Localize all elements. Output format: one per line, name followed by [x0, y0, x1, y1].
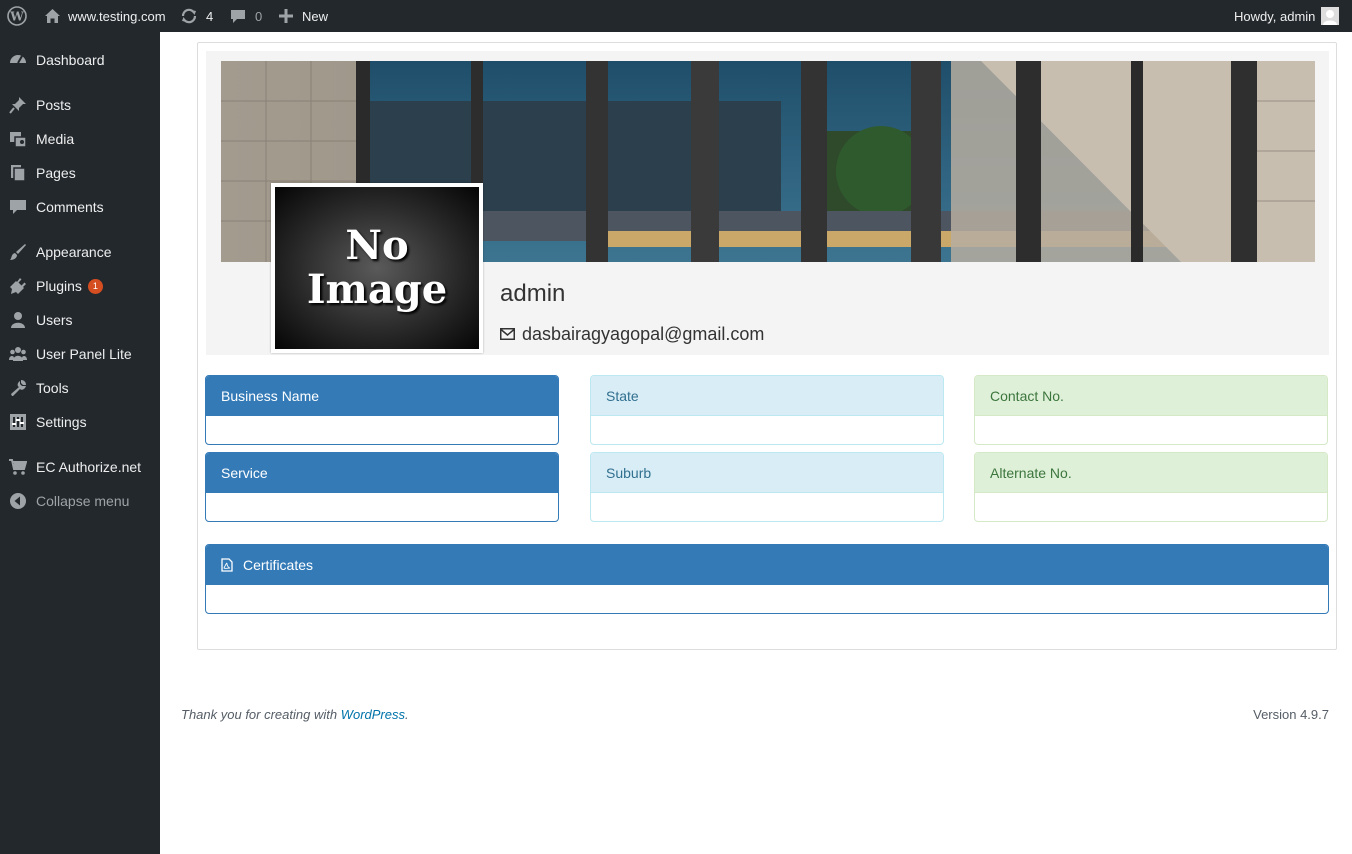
footer-thanks-prefix: Thank you for creating with	[181, 707, 341, 722]
state-heading: State	[591, 376, 943, 416]
footer-thanks-suffix: .	[405, 707, 409, 722]
pin-icon	[9, 96, 27, 114]
sidebar-item-media[interactable]: Media	[0, 122, 160, 156]
certificates-label: Certificates	[243, 556, 314, 573]
profile-email-text: dasbairagyagopal@gmail.com	[522, 324, 765, 344]
svg-text:W: W	[9, 10, 24, 24]
comments-count: 0	[255, 8, 263, 24]
home-icon	[44, 8, 61, 24]
plugins-update-badge: 1	[87, 279, 103, 294]
contact-no-panel: Contact No.	[974, 375, 1328, 445]
contact-no-heading: Contact No.	[975, 376, 1327, 416]
dashboard-icon	[9, 51, 27, 69]
admin-sidebar: Dashboard Posts Media Pages Comments App…	[0, 32, 160, 854]
sidebar-item-label: EC Authorize.net	[36, 459, 142, 475]
sidebar-item-comments[interactable]: Comments	[0, 190, 160, 224]
sidebar-item-label: Pages	[36, 165, 76, 181]
certificates-heading: Certificates	[206, 545, 1328, 585]
state-panel: State	[590, 375, 944, 445]
alternate-no-panel: Alternate No.	[974, 452, 1328, 522]
sidebar-item-label: User Panel Lite	[36, 346, 132, 362]
comments-link[interactable]: 0	[230, 0, 262, 32]
wordpress-logo-icon[interactable]: W	[7, 0, 27, 32]
sidebar-item-label: Plugins	[36, 278, 82, 294]
service-panel: Service	[205, 452, 559, 522]
footer-version: Version 4.9.7	[1253, 707, 1329, 722]
profile-email: dasbairagyagopal@gmail.com	[500, 324, 764, 345]
sidebar-item-pages[interactable]: Pages	[0, 156, 160, 190]
profile-header: No Image admin dasbairagyagopal@gmail.co…	[206, 51, 1329, 355]
suburb-panel: Suburb	[590, 452, 944, 522]
howdy-label: Howdy, admin	[1234, 8, 1316, 24]
group-icon	[9, 345, 27, 363]
sidebar-item-label: Appearance	[36, 244, 112, 260]
sidebar-item-label: Dashboard	[36, 52, 105, 68]
sidebar-item-posts[interactable]: Posts	[0, 88, 160, 122]
sidebar-item-dashboard[interactable]: Dashboard	[0, 43, 160, 77]
collapse-icon	[9, 492, 27, 510]
sidebar-item-label: Collapse menu	[36, 493, 130, 509]
no-image-placeholder: No Image	[275, 187, 479, 349]
pdf-file-icon	[221, 557, 233, 572]
wordpress-link[interactable]: WordPress	[341, 707, 405, 722]
alternate-no-heading: Alternate No.	[975, 453, 1327, 493]
sidebar-item-label-wrap: Plugins 1	[36, 278, 103, 294]
comment-icon	[230, 8, 246, 24]
new-content-link[interactable]: New	[279, 0, 328, 32]
business-name-heading: Business Name	[206, 376, 558, 416]
updates-count: 4	[206, 8, 214, 24]
pages-icon	[9, 164, 27, 182]
sidebar-item-label: Posts	[36, 97, 72, 113]
sidebar-item-appearance[interactable]: Appearance	[0, 235, 160, 269]
suburb-heading: Suburb	[591, 453, 943, 493]
envelope-icon	[500, 324, 522, 345]
avatar-text-line1: No	[345, 222, 409, 269]
user-icon	[9, 311, 27, 329]
sidebar-item-label: Tools	[36, 380, 69, 396]
certificates-panel: Certificates	[205, 544, 1329, 614]
my-account-link[interactable]: Howdy, admin	[1234, 0, 1340, 32]
plug-icon	[9, 277, 27, 295]
sidebar-item-user-panel-lite[interactable]: User Panel Lite	[0, 337, 160, 371]
collapse-menu-button[interactable]: Collapse menu	[0, 484, 160, 518]
sidebar-item-label: Media	[36, 131, 75, 147]
sidebar-item-tools[interactable]: Tools	[0, 371, 160, 405]
avatar-text-line2: Image	[306, 266, 448, 313]
sliders-icon	[9, 413, 27, 431]
footer-thankyou: Thank you for creating with WordPress.	[181, 707, 409, 722]
site-name-label: www.testing.com	[68, 8, 166, 24]
comment-icon	[9, 198, 27, 216]
site-name-link[interactable]: www.testing.com	[44, 0, 166, 32]
sidebar-item-label: Settings	[36, 414, 87, 430]
updates-link[interactable]: 4	[180, 0, 213, 32]
user-profile-container: No Image admin dasbairagyagopal@gmail.co…	[197, 42, 1337, 650]
plus-icon	[279, 9, 293, 23]
sidebar-item-users[interactable]: Users	[0, 303, 160, 337]
wrench-icon	[9, 379, 27, 397]
profile-username: admin	[500, 280, 566, 307]
sidebar-item-plugins[interactable]: Plugins 1	[0, 269, 160, 303]
sidebar-item-ec-authorize[interactable]: EC Authorize.net	[0, 450, 160, 484]
brush-icon	[9, 243, 27, 261]
cart-icon	[9, 458, 28, 476]
service-heading: Service	[206, 453, 558, 493]
avatar-icon	[1321, 7, 1340, 25]
sidebar-item-label: Users	[36, 312, 73, 328]
sidebar-item-settings[interactable]: Settings	[0, 405, 160, 439]
business-name-panel: Business Name	[205, 375, 559, 445]
media-icon	[9, 130, 27, 148]
profile-avatar: No Image	[271, 183, 483, 353]
updates-icon	[180, 7, 198, 25]
new-label: New	[302, 8, 329, 24]
sidebar-item-label: Comments	[36, 199, 104, 215]
admin-bar: W www.testing.com 4 0 New Howdy, admin	[0, 0, 1352, 32]
